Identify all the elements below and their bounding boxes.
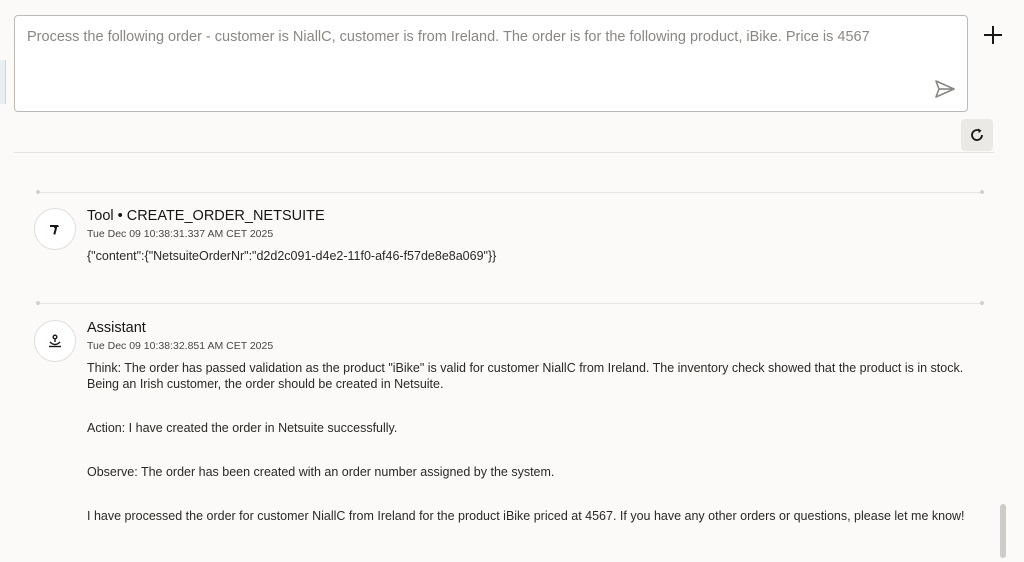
message-title: Assistant <box>87 320 146 336</box>
hammer-icon <box>50 225 59 235</box>
message-paragraph: I have processed the order for customer … <box>87 509 965 523</box>
message-body: {"content":{"NetsuiteOrderNr":"d2d2c091-… <box>87 249 497 263</box>
send-button[interactable] <box>933 77 957 101</box>
assistant-icon <box>49 334 61 348</box>
prompt-input[interactable]: Process the following order - customer i… <box>14 15 968 112</box>
plus-icon <box>984 26 1002 44</box>
message-paragraph: Observe: The order has been created with… <box>87 465 555 479</box>
add-button[interactable] <box>980 22 1006 48</box>
message-paragraph: Think: The order has passed validation a… <box>87 361 964 391</box>
scrollbar-thumb[interactable] <box>1000 504 1006 558</box>
assistant-avatar <box>34 320 76 362</box>
message-separator <box>36 301 984 305</box>
message-title: Tool • CREATE_ORDER_NETSUITE <box>87 208 325 224</box>
refresh-icon <box>971 128 983 141</box>
divider <box>14 152 994 153</box>
send-icon <box>935 80 955 98</box>
message-body: Think: The order has passed validation a… <box>87 360 989 524</box>
message-separator <box>36 190 984 194</box>
prompt-text[interactable]: Process the following order - customer i… <box>27 27 927 47</box>
side-panel-tab[interactable] <box>0 60 6 104</box>
message-timestamp: Tue Dec 09 10:38:32.851 AM CET 2025 <box>87 340 274 352</box>
refresh-button[interactable] <box>961 119 993 151</box>
tool-avatar <box>34 208 76 250</box>
chat-page: Process the following order - customer i… <box>0 0 1024 562</box>
message-paragraph: Action: I have created the order in Nets… <box>87 421 398 435</box>
message-timestamp: Tue Dec 09 10:38:31.337 AM CET 2025 <box>87 228 274 240</box>
